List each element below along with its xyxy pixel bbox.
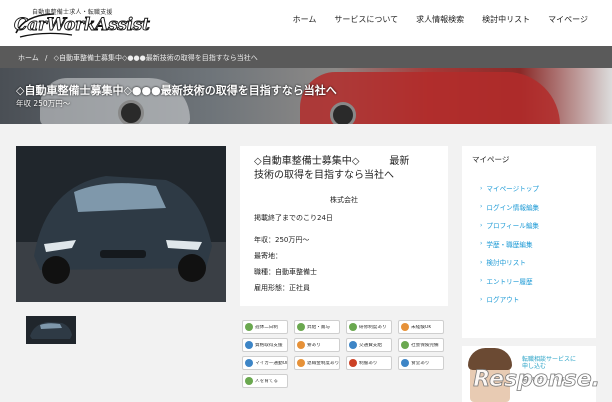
job-employment-type: 雇用形態：正社員 (254, 284, 310, 292)
feature-tag: 寮あり (294, 338, 340, 352)
feature-badge-icon (401, 359, 409, 367)
chevron-right-icon: › (480, 240, 483, 248)
feature-badge-icon (245, 359, 253, 367)
nav-home[interactable]: ホーム (293, 14, 317, 25)
feature-tag: 週休二日制 (242, 320, 288, 334)
breadcrumb: ホーム / ◇自動車整備士募集中◇●●●最新技術の取得を目指すなら当社へ (0, 46, 612, 68)
feature-tag: マイカー通勤OK (242, 356, 288, 370)
car-photo-illustration (16, 146, 226, 302)
feature-tag: 制服あり (346, 356, 392, 370)
chevron-right-icon: › (480, 184, 483, 192)
feature-tag: 昇給・賞与 (294, 320, 340, 334)
sidebar-item-consider-list[interactable]: › 検討中リスト (472, 253, 596, 272)
nav-service[interactable]: サービスについて (334, 14, 398, 25)
chevron-right-icon: › (480, 277, 483, 285)
breadcrumb-current: ◇自動車整備士募集中◇●●●最新技術の取得を目指すなら当社へ (53, 54, 258, 62)
sidebar-item-career-edit[interactable]: › 学歴・職歴編集 (472, 235, 596, 254)
posting-deadline: 掲載終了までのこり24日 (254, 214, 333, 222)
nav-consider-list[interactable]: 検討中リスト (482, 14, 530, 25)
feature-badge-icon (349, 341, 357, 349)
hero-banner: ◇自動車整備士募集中◇●●●最新技術の取得を目指すなら当社へ 年収 250万円～ (0, 68, 612, 124)
feature-tag: 退職金制度あり (294, 356, 340, 370)
nav-job-search[interactable]: 求人情報検索 (416, 14, 464, 25)
job-title: ◇自動車整備士募集中◇ 最新 技術の取得を目指すなら当社へ (254, 155, 434, 183)
chevron-right-icon: › (480, 203, 483, 211)
chevron-right-icon: › (480, 295, 483, 303)
sidebar-item-mypage-top[interactable]: › マイページトップ (472, 179, 596, 198)
job-summary-card: ◇自動車整備士募集中◇ 最新 技術の取得を目指すなら当社へ 株式会社 掲載終了ま… (240, 146, 448, 306)
logo-text: CarWorkAssist (14, 15, 151, 36)
wheel-icon (330, 102, 356, 124)
feature-tag: 人を育てる (242, 374, 288, 388)
sidebar-title: マイページ (472, 155, 510, 164)
feature-tag: 研修制度あり (346, 320, 392, 334)
chevron-right-icon: › (480, 221, 483, 229)
job-title-line-1: ◇自動車整備士募集中◇ 最新 (254, 156, 410, 167)
chevron-right-icon: › (480, 258, 483, 266)
mypage-sidebar: マイページ › マイページトップ › ログイン情報編集 › プロフィール編集 › 学歴・… (462, 146, 596, 338)
feature-badge-icon (245, 377, 253, 385)
job-occupation: 職種：自動車整備士 (254, 268, 317, 276)
hero-salary: 年収 250万円～ (16, 99, 71, 108)
source-watermark: Response. (473, 367, 601, 393)
breadcrumb-separator: / (45, 54, 48, 62)
feature-tag: 食堂あり (398, 356, 444, 370)
feature-tags: 週休二日制 昇給・賞与 研修制度あり 未経験OK 資格取得支援 寮あり 交通費支… (242, 320, 448, 388)
main-nav: ホーム サービスについて 求人情報検索 検討中リスト マイページ (293, 14, 588, 25)
main-car-photo[interactable] (16, 146, 226, 302)
sidebar-item-login-edit[interactable]: › ログイン情報編集 (472, 198, 596, 217)
sidebar-item-profile-edit[interactable]: › プロフィール編集 (472, 216, 596, 235)
sidebar-item-entry-history[interactable]: › エントリー履歴 (472, 272, 596, 291)
page: 自動車整備士求人・転職支援 CarWorkAssist ホーム サービスについて… (0, 0, 612, 402)
feature-badge-icon (401, 323, 409, 331)
feature-badge-icon (245, 323, 253, 331)
feature-badge-icon (349, 323, 357, 331)
wheel-icon (118, 100, 144, 124)
feature-badge-icon (297, 341, 305, 349)
feature-tag: 社会保険完備 (398, 338, 444, 352)
site-header: 自動車整備士求人・転職支援 CarWorkAssist ホーム サービスについて… (0, 0, 612, 46)
company-name: 株式会社 (330, 196, 358, 204)
feature-badge-icon (245, 341, 253, 349)
feature-tag: 資格取得支援 (242, 338, 288, 352)
car-thumbnail[interactable] (26, 316, 76, 344)
thumbnail-illustration (26, 316, 76, 344)
hero-title: ◇自動車整備士募集中◇●●●最新技術の取得を目指すなら当社へ (16, 84, 337, 97)
feature-badge-icon (401, 341, 409, 349)
feature-badge-icon (297, 359, 305, 367)
nav-mypage[interactable]: マイページ (548, 14, 588, 25)
job-title-line-2: 技術の取得を目指すなら当社へ (254, 170, 394, 181)
breadcrumb-home[interactable]: ホーム (18, 54, 39, 62)
job-salary: 年収：250万円～ (254, 236, 310, 244)
job-location: 最寄地： (254, 252, 282, 260)
feature-tag: 未経験OK (398, 320, 444, 334)
feature-tag: 交通費支給 (346, 338, 392, 352)
sidebar-item-logout[interactable]: › ログアウト (472, 290, 596, 309)
feature-badge-icon (297, 323, 305, 331)
site-logo[interactable]: 自動車整備士求人・転職支援 CarWorkAssist (14, 7, 150, 39)
feature-badge-icon (349, 359, 357, 367)
